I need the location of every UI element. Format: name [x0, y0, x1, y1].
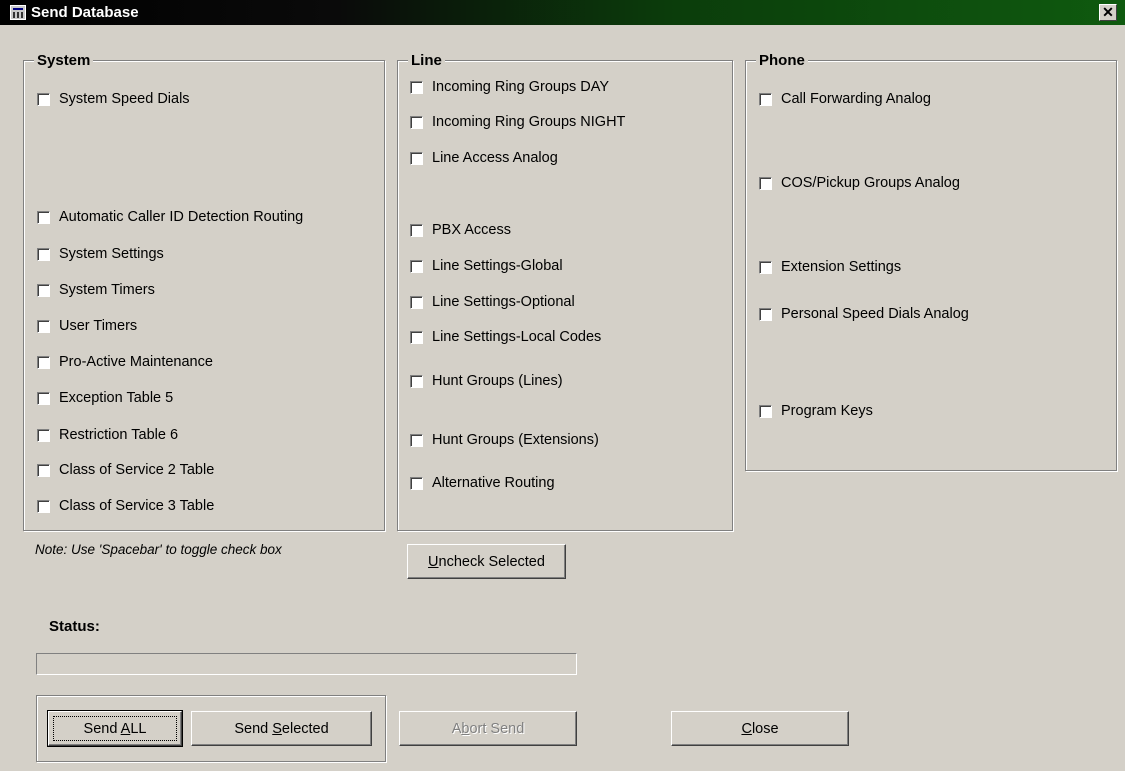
checkbox-call-forwarding-analog[interactable]: Call Forwarding Analog: [759, 90, 931, 108]
checkbox-box[interactable]: [410, 223, 423, 237]
checkbox-box[interactable]: [410, 374, 423, 388]
checkbox-system-timers[interactable]: System Timers: [37, 281, 155, 299]
checkbox-pro-active-maintenance[interactable]: Pro-Active Maintenance: [37, 353, 213, 371]
checkbox-box[interactable]: [37, 210, 50, 224]
checkbox-box[interactable]: [410, 80, 423, 94]
checkbox-box[interactable]: [37, 355, 50, 369]
status-progress-bar: [36, 653, 577, 675]
checkbox-box[interactable]: [37, 319, 50, 333]
checkbox-system-speed-dials[interactable]: System Speed Dials: [37, 90, 190, 108]
send-selected-button[interactable]: Send Selected: [191, 711, 372, 746]
checkbox-automatic-caller-id-detection-routing[interactable]: Automatic Caller ID Detection Routing: [37, 208, 303, 226]
checkbox-user-timers[interactable]: User Timers: [37, 317, 137, 335]
checkbox-box[interactable]: [37, 499, 50, 513]
checkbox-incoming-ring-groups-night[interactable]: Incoming Ring Groups NIGHT: [410, 113, 625, 131]
checkbox-line-access-analog[interactable]: Line Access Analog: [410, 149, 558, 167]
checkbox-box[interactable]: [37, 428, 50, 442]
abort-send-button[interactable]: Abort Send: [399, 711, 577, 746]
checkbox-cos-pickup-groups-analog[interactable]: COS/Pickup Groups Analog: [759, 174, 960, 192]
focus-rect: [53, 716, 177, 741]
checkbox-restriction-table-6[interactable]: Restriction Table 6: [37, 426, 178, 444]
send-selected-label: Send Selected: [234, 720, 329, 737]
checkbox-box[interactable]: [759, 307, 772, 321]
uncheck-selected-label: Uncheck Selected: [428, 553, 545, 570]
checkbox-box[interactable]: [759, 260, 772, 274]
checkbox-extension-settings[interactable]: Extension Settings: [759, 258, 901, 276]
checkbox-box[interactable]: [410, 259, 423, 273]
checkbox-line-settings-global[interactable]: Line Settings-Global: [410, 257, 563, 275]
checkbox-program-keys[interactable]: Program Keys: [759, 402, 873, 420]
checkbox-box[interactable]: [759, 404, 772, 418]
checkbox-pbx-access[interactable]: PBX Access: [410, 221, 511, 239]
checkbox-hunt-groups-extensions[interactable]: Hunt Groups (Extensions): [410, 431, 599, 449]
checkbox-box[interactable]: [37, 283, 50, 297]
checkbox-alternative-routing[interactable]: Alternative Routing: [410, 474, 555, 492]
window-title: Send Database: [31, 4, 139, 21]
checkbox-box[interactable]: [759, 176, 772, 190]
checkbox-personal-speed-dials-analog[interactable]: Personal Speed Dials Analog: [759, 305, 969, 323]
checkbox-box[interactable]: [410, 433, 423, 447]
checkbox-system-settings[interactable]: System Settings: [37, 245, 164, 263]
checkbox-box[interactable]: [37, 391, 50, 405]
system-group-label: System: [34, 52, 94, 69]
checkbox-incoming-ring-groups-day[interactable]: Incoming Ring Groups DAY: [410, 78, 609, 96]
abort-send-label: Abort Send: [451, 720, 525, 737]
status-label: Status:: [49, 618, 100, 635]
checkbox-box[interactable]: [759, 92, 772, 106]
app-icon: [10, 5, 26, 20]
spacebar-note: Note: Use 'Spacebar' to toggle check box: [35, 542, 282, 557]
line-group-label: Line: [408, 52, 445, 69]
checkbox-box[interactable]: [410, 151, 423, 165]
checkbox-class-of-service-2-table[interactable]: Class of Service 2 Table: [37, 461, 214, 479]
uncheck-selected-button[interactable]: Uncheck Selected: [407, 544, 566, 579]
checkbox-box[interactable]: [410, 476, 423, 490]
close-label: Close: [741, 720, 779, 737]
checkbox-hunt-groups-lines[interactable]: Hunt Groups (Lines): [410, 372, 563, 390]
close-icon: ✕: [1102, 4, 1114, 20]
checkbox-box[interactable]: [37, 247, 50, 261]
checkbox-box[interactable]: [410, 115, 423, 129]
close-window-button[interactable]: ✕: [1099, 4, 1117, 21]
checkbox-line-settings-optional[interactable]: Line Settings-Optional: [410, 293, 575, 311]
send-all-button[interactable]: Send ALL: [47, 710, 183, 747]
checkbox-box[interactable]: [37, 92, 50, 106]
checkbox-exception-table-5[interactable]: Exception Table 5: [37, 389, 173, 407]
checkbox-box[interactable]: [410, 330, 423, 344]
checkbox-box[interactable]: [410, 295, 423, 309]
checkbox-box[interactable]: [37, 463, 50, 477]
title-bar[interactable]: Send Database ✕: [0, 0, 1125, 25]
phone-group-label: Phone: [756, 52, 808, 69]
checkbox-class-of-service-3-table[interactable]: Class of Service 3 Table: [37, 497, 214, 515]
close-button[interactable]: Close: [671, 711, 849, 746]
checkbox-line-settings-local-codes[interactable]: Line Settings-Local Codes: [410, 328, 601, 346]
